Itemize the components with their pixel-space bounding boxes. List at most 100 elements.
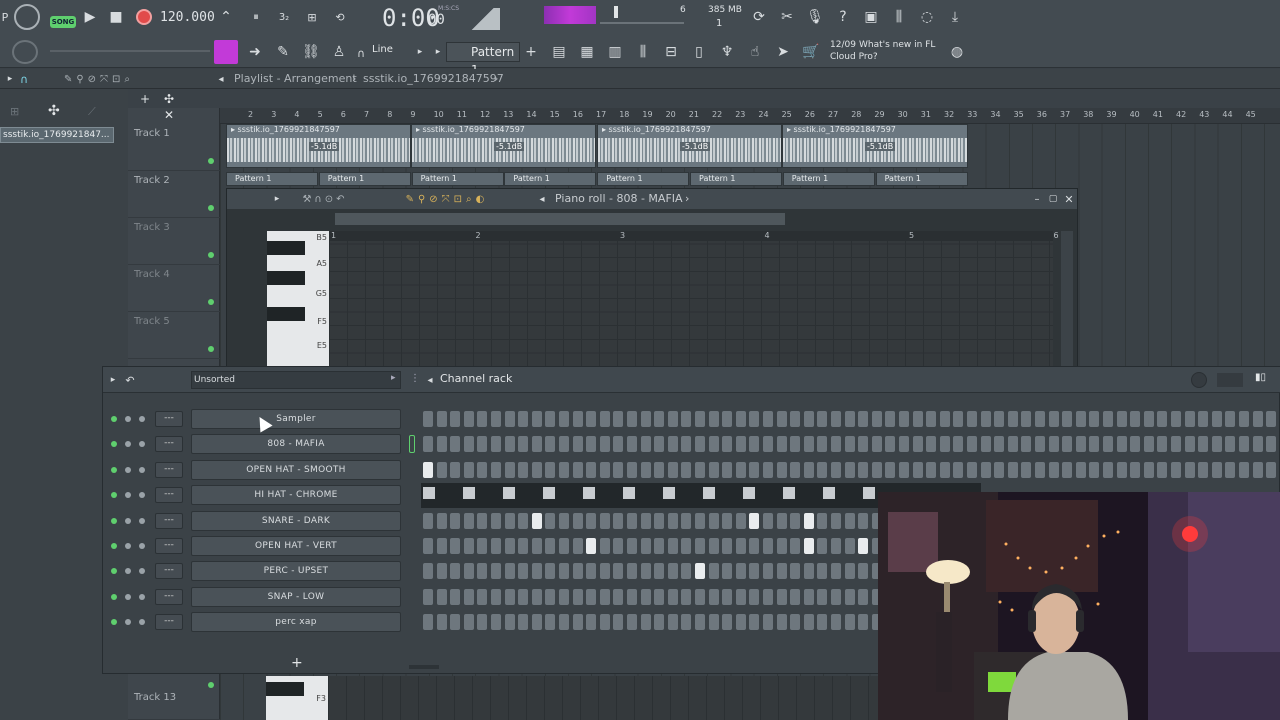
master-volume-knob[interactable] <box>14 4 40 30</box>
mixer-window-icon[interactable]: ⫼ <box>632 42 654 62</box>
channel-button[interactable]: OPEN HAT - SMOOTH <box>191 459 401 480</box>
step-button[interactable] <box>504 614 515 631</box>
piano-keyboard[interactable]: B5 A5 G5 F5 E5 <box>267 231 329 367</box>
news-line-1[interactable]: What's new in FL <box>859 40 935 50</box>
step-button[interactable] <box>518 563 529 580</box>
step-button[interactable] <box>1075 411 1086 427</box>
piano-edit-icons[interactable]: ✎⚲⊘⤧⊡⌕◐ <box>367 191 527 207</box>
step-button[interactable] <box>586 538 597 554</box>
audio-clip[interactable]: ▸ ssstik.io_1769921847597 -5.1dB <box>226 124 411 168</box>
channel-mixer-track[interactable]: --- <box>155 436 183 453</box>
step-button[interactable] <box>763 512 773 529</box>
black-key[interactable] <box>266 682 304 696</box>
step-button[interactable] <box>967 461 977 478</box>
step-button[interactable] <box>545 563 556 580</box>
step-button[interactable] <box>504 538 515 554</box>
step-button[interactable] <box>504 512 515 529</box>
step-button[interactable] <box>749 461 760 478</box>
step-button[interactable] <box>545 436 556 453</box>
step-button[interactable] <box>735 512 746 529</box>
step-button[interactable] <box>844 588 855 605</box>
step-button[interactable] <box>1252 461 1263 478</box>
step-button[interactable] <box>858 538 869 554</box>
step-button[interactable] <box>531 614 542 631</box>
step-button[interactable] <box>1021 436 1032 453</box>
step-edit-icon[interactable]: ⊞ <box>300 6 324 28</box>
step-button[interactable] <box>899 436 909 453</box>
step-button[interactable] <box>545 461 556 478</box>
step-button[interactable] <box>695 411 705 427</box>
step-button[interactable] <box>803 614 814 631</box>
step-button[interactable] <box>518 614 529 631</box>
step-button[interactable] <box>858 588 869 605</box>
channel-volume-knob[interactable] <box>139 543 145 549</box>
step-button[interactable] <box>518 588 529 605</box>
step-button[interactable] <box>436 563 447 580</box>
step-button[interactable] <box>531 588 542 605</box>
channel-mixer-track[interactable]: --- <box>155 538 183 554</box>
step-button[interactable] <box>477 538 488 554</box>
countdown-icon[interactable]: 3₂ <box>272 6 296 28</box>
step-button[interactable] <box>939 461 950 478</box>
step-button[interactable] <box>858 614 869 631</box>
step-button[interactable] <box>1266 436 1277 453</box>
step-button[interactable] <box>994 461 1005 478</box>
cart-icon[interactable]: 🛒 <box>800 42 822 62</box>
step-button[interactable] <box>572 461 583 478</box>
step-button[interactable] <box>749 411 760 427</box>
step-button[interactable] <box>1089 411 1100 427</box>
globe-icon[interactable]: ◍ <box>948 42 966 62</box>
step-button[interactable] <box>1157 411 1168 427</box>
step-button[interactable] <box>613 436 624 453</box>
step-button[interactable] <box>640 512 651 529</box>
channel-button[interactable]: SNAP - LOW <box>191 586 401 607</box>
audio-clip[interactable]: ▸ ssstik.io_1769921847597 -5.1dB <box>411 124 596 168</box>
step-button[interactable] <box>436 588 447 605</box>
chat-icon[interactable]: ◌ <box>916 6 938 28</box>
step-button[interactable] <box>477 461 488 478</box>
track-header[interactable]: Track 2 <box>128 171 220 218</box>
step-button[interactable] <box>423 436 433 453</box>
step-button[interactable] <box>681 588 692 605</box>
step-button[interactable] <box>885 461 896 478</box>
step-button[interactable] <box>627 411 637 427</box>
step-button[interactable] <box>722 461 733 478</box>
add-channel-button[interactable]: + <box>291 655 303 671</box>
step-button[interactable] <box>1130 411 1141 427</box>
step-button[interactable] <box>613 588 624 605</box>
channel-volume-knob[interactable] <box>139 593 145 600</box>
step-button[interactable] <box>531 512 542 529</box>
step-button[interactable] <box>572 411 583 427</box>
step-button[interactable] <box>491 411 501 427</box>
fit-icon[interactable]: ✣ <box>164 92 184 106</box>
step-button[interactable] <box>681 461 692 478</box>
step-button[interactable] <box>613 563 624 580</box>
step-button[interactable] <box>844 411 855 427</box>
note-grid-bottom[interactable] <box>328 676 878 720</box>
horizontal-scrollbar[interactable] <box>335 213 785 225</box>
step-button[interactable] <box>708 461 719 478</box>
link-icon[interactable]: ⛓ <box>300 42 322 62</box>
step-button[interactable] <box>423 538 433 554</box>
swing-knob[interactable] <box>1191 372 1207 388</box>
stop-icon[interactable]: ■ <box>106 6 126 28</box>
step-button[interactable] <box>831 436 841 453</box>
loop-record-icon[interactable]: ⟲ <box>328 6 352 28</box>
step-button[interactable] <box>586 588 597 605</box>
step-button[interactable] <box>586 614 597 631</box>
pattern-length[interactable] <box>1217 373 1243 387</box>
step-button[interactable] <box>844 563 855 580</box>
channel-row[interactable]: --- 808 - MAFIA <box>103 432 1280 457</box>
step-button[interactable] <box>953 411 964 427</box>
step-button[interactable] <box>504 588 515 605</box>
channel-pan-knob[interactable] <box>125 517 131 524</box>
channel-pan-knob[interactable] <box>125 416 131 422</box>
step-button[interactable] <box>559 588 569 605</box>
step-button[interactable] <box>654 436 665 453</box>
step-button[interactable] <box>817 436 828 453</box>
audio-clip-icon[interactable]: ✣ <box>48 103 60 119</box>
step-button[interactable] <box>926 461 937 478</box>
picker-item-audio-clip[interactable]: ssstik.io_1769921847... <box>0 127 114 143</box>
playlist-tools-icons[interactable]: ✎⚲⊘⤧⊡⌕ <box>44 71 154 87</box>
step-button[interactable] <box>1021 461 1032 478</box>
